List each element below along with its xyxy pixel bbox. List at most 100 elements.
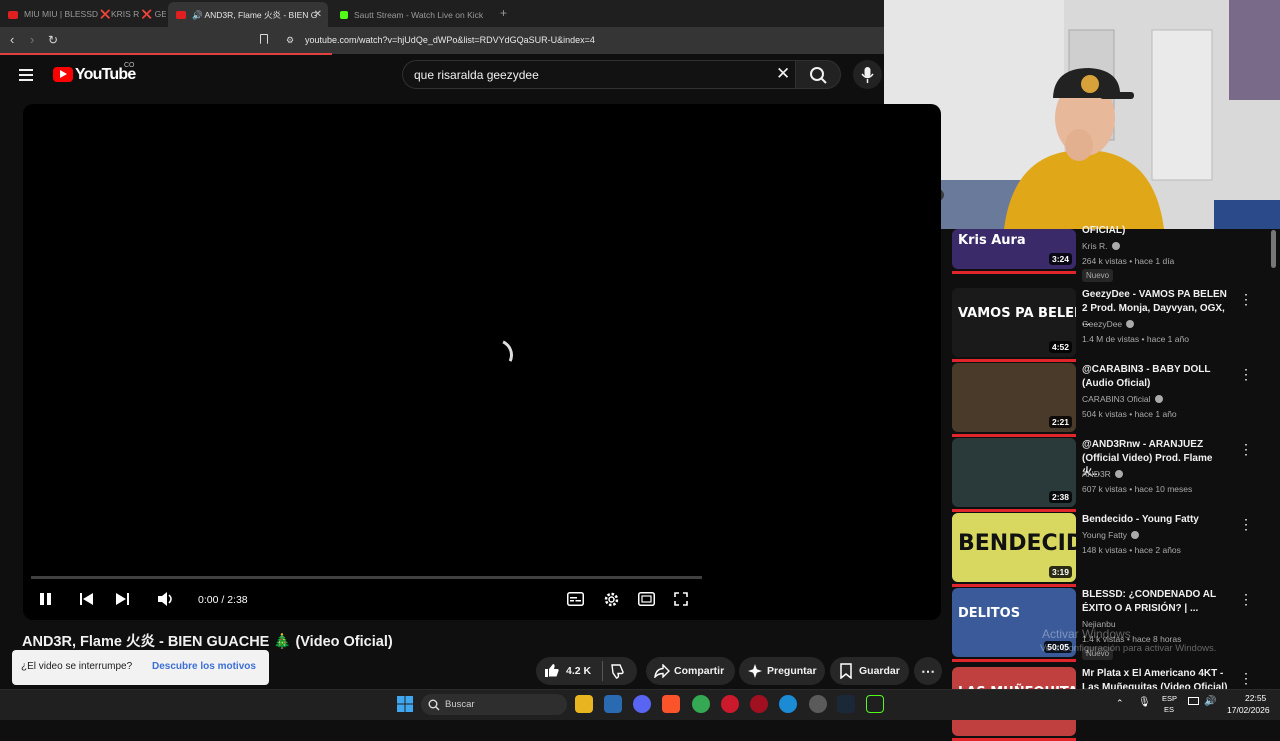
chrome-icon[interactable]	[692, 695, 710, 713]
voice-search-button[interactable]	[853, 60, 882, 89]
youtube-play-icon	[60, 70, 67, 78]
duration-badge: 4:52	[1048, 341, 1072, 353]
related-video-title[interactable]: OFICIAL)	[1082, 224, 1232, 238]
webcam-overlay	[884, 0, 1280, 229]
webcam-feed-image	[884, 0, 1280, 229]
opera-gx-icon[interactable]	[750, 695, 768, 713]
channel-name-text: GeezyDee	[1082, 319, 1123, 329]
ask-button[interactable]: Preguntar	[739, 657, 825, 685]
video-meta: 264 k vistas • hace 1 día	[1082, 256, 1175, 266]
edge-icon[interactable]	[779, 695, 797, 713]
related-video-title[interactable]: Bendecido - Young Fatty	[1082, 513, 1232, 527]
clear-search-icon[interactable]: ✕	[776, 64, 790, 84]
video-thumbnail[interactable]: 2:38	[952, 438, 1076, 507]
new-tab-plus-icon[interactable]: +	[500, 6, 507, 20]
pause-button[interactable]	[40, 592, 52, 609]
windows-start-icon[interactable]	[397, 696, 413, 717]
brave-browser-icon[interactable]	[662, 695, 680, 713]
like-dislike-group: 4.2 K	[536, 657, 637, 685]
channel-name[interactable]: Young Fatty	[1082, 530, 1140, 540]
channel-name[interactable]: CARABIN3 Oficial	[1082, 394, 1163, 404]
steam-icon[interactable]	[837, 695, 855, 713]
settings-button[interactable]	[603, 591, 620, 611]
obs-icon[interactable]	[866, 695, 884, 713]
channel-name[interactable]: GeezyDee	[1082, 319, 1135, 329]
video-thumbnail[interactable]: 2:21	[952, 363, 1076, 432]
next-button[interactable]	[115, 592, 129, 609]
chevron-up-icon[interactable]: ⌃	[1116, 698, 1124, 709]
verified-check-icon	[1131, 531, 1140, 539]
related-video-title[interactable]: Mr Plata x El Americano 4KT - Las Muñequ…	[1082, 667, 1232, 689]
bookmark-icon[interactable]	[260, 34, 268, 44]
more-vertical-icon[interactable]: ⋮	[1239, 592, 1253, 606]
verified-check-icon	[1114, 470, 1123, 478]
skip-next-icon	[116, 593, 129, 605]
speaker-tray-icon[interactable]: 🔊	[1204, 696, 1216, 707]
tab-title: Sautt Stream - Watch Live on Kick	[354, 9, 484, 20]
more-vertical-icon[interactable]: ⋮	[1239, 292, 1253, 306]
url-field[interactable]: youtube.com/watch?v=hjUdQe_dWPo&list=RDV…	[305, 35, 595, 45]
previous-button[interactable]	[80, 592, 94, 609]
close-tab-icon[interactable]: ✕	[314, 9, 322, 20]
discord-icon[interactable]	[633, 695, 651, 713]
duration-badge: 3:19	[1048, 566, 1072, 578]
more-vertical-icon[interactable]: ⋮	[1239, 671, 1253, 685]
like-button[interactable]	[544, 663, 560, 681]
reload-icon[interactable]: ↻	[48, 33, 58, 47]
browser-tab[interactable]: MIU MIU | BLESSD ❌KRIS R ❌ GE	[0, 2, 166, 27]
language-indicator[interactable]: ESP	[1162, 694, 1177, 703]
video-meta: 504 k vistas • hace 1 año	[1082, 409, 1177, 419]
like-count: 4.2 K	[566, 665, 592, 677]
dislike-button[interactable]	[610, 664, 626, 682]
fullscreen-button[interactable]	[674, 592, 688, 609]
microphone-tray-icon[interactable]: 🎙	[1138, 697, 1151, 708]
toast-link[interactable]: Descubre los motivos	[152, 661, 256, 672]
sidebar-scrollbar[interactable]	[1271, 230, 1276, 268]
channel-name[interactable]: AND3R	[1082, 469, 1123, 479]
search-button[interactable]	[795, 60, 841, 89]
app-x-icon[interactable]	[604, 695, 622, 713]
tab-title: MIU MIU | BLESSD ❌KRIS R ❌ GE	[24, 9, 166, 19]
network-icon[interactable]	[1188, 697, 1199, 705]
video-thumbnail[interactable]: Kris Aura 3:24	[952, 229, 1076, 269]
search-input[interactable]: que risaralda geezydee	[414, 68, 539, 82]
youtube-favicon-icon	[8, 10, 18, 19]
clock-time[interactable]: 22:55	[1245, 693, 1266, 703]
video-thumbnail[interactable]: VAMOS PA BELEN 4:52	[952, 288, 1076, 357]
more-vertical-icon[interactable]: ⋮	[1239, 442, 1253, 456]
theater-mode-button[interactable]	[638, 592, 655, 609]
forward-arrow-icon[interactable]: ›	[30, 32, 34, 47]
save-button[interactable]: Guardar	[830, 657, 909, 685]
browser-tab-active[interactable]: 🔊 AND3R, Flame 火炎 - BIEN G ✕	[168, 2, 328, 27]
youtube-favicon-icon	[176, 10, 186, 19]
taskbar-search[interactable]	[421, 694, 567, 715]
back-arrow-icon[interactable]: ‹	[10, 32, 14, 47]
thumbnail-text: VAMOS PA BELEN	[958, 306, 1076, 321]
watched-progress-bar	[952, 271, 1076, 274]
file-explorer-icon[interactable]	[575, 695, 593, 713]
more-vertical-icon[interactable]: ⋮	[1239, 367, 1253, 381]
site-info-icon[interactable]: ⚙	[286, 35, 294, 46]
more-vertical-icon[interactable]: ⋮	[1239, 517, 1253, 531]
app-icon[interactable]	[809, 695, 827, 713]
activate-windows-title: Activar Windows	[1042, 627, 1131, 641]
subtitles-button[interactable]	[567, 592, 584, 609]
video-progress-bar[interactable]	[31, 576, 702, 579]
volume-button[interactable]	[157, 591, 175, 610]
more-actions-button[interactable]: ⋯	[914, 657, 942, 685]
browser-tab[interactable]: Sautt Stream - Watch Live on Kick	[332, 2, 492, 27]
video-meta: 1.4 M de vistas • hace 1 año	[1082, 334, 1189, 344]
related-video-title[interactable]: BLESSD: ¿CONDENADO AL ÉXITO O A PRISIÓN?…	[1082, 588, 1232, 616]
video-thumbnail[interactable]: BENDECIDO 3:19	[952, 513, 1076, 582]
watched-progress-bar	[952, 509, 1076, 512]
opera-icon[interactable]	[721, 695, 739, 713]
watched-progress-bar	[952, 584, 1076, 587]
related-video-title[interactable]: @CARABIN3 - BABY DOLL (Audio Oficial)	[1082, 363, 1232, 391]
subtitles-icon	[567, 592, 584, 606]
keyboard-layout: ES	[1164, 705, 1175, 714]
clock-date[interactable]: 17/02/2026	[1227, 705, 1270, 715]
share-button[interactable]: Compartir	[646, 657, 735, 685]
channel-name[interactable]: Kris R.	[1082, 241, 1120, 251]
menu-hamburger-icon[interactable]	[19, 69, 33, 81]
share-icon	[654, 663, 670, 681]
